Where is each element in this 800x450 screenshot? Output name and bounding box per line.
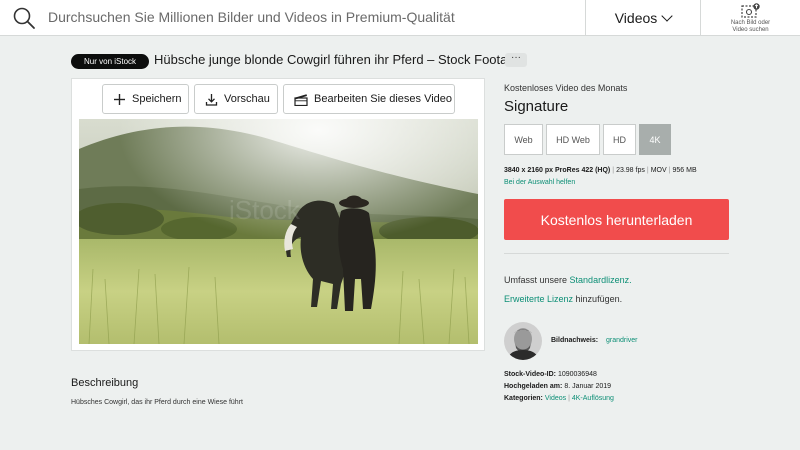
spec-size: 3840 x 2160 px ProRes 422 (HQ) [504, 167, 611, 174]
resolution-hd[interactable]: HD [603, 124, 636, 155]
search-input[interactable] [48, 9, 568, 25]
edit-video-button[interactable]: Bearbeiten Sie dieses Video [283, 84, 455, 114]
svg-text:iStock: iStock [229, 195, 301, 225]
more-options-button[interactable]: ··· [505, 53, 527, 67]
description-text: Hübsches Cowgirl, das ihr Pferd durch ei… [71, 399, 243, 406]
stock-id-row: Stock-Video-ID: 1090036948 [504, 371, 597, 378]
description-heading: Beschreibung [71, 377, 139, 389]
search-icon[interactable] [12, 6, 36, 30]
upload-date-row: Hochgeladen am: 8. Januar 2019 [504, 383, 612, 390]
download-button[interactable]: Kostenlos herunterladen [504, 199, 729, 240]
spec-filesize: 956 MB [672, 167, 697, 174]
extended-license-link[interactable]: Erweiterte Lizenz [504, 294, 573, 304]
sidebar-divider [504, 253, 729, 254]
video-frame-image: iStock [79, 119, 478, 344]
file-specs: 3840 x 2160 px ProRes 422 (HQ) | 23.98 fps… [504, 167, 697, 174]
credit-label: Bildnachweis: [551, 337, 599, 344]
resolution-hd-web[interactable]: HD Web [546, 124, 600, 155]
contributor-link[interactable]: grandriver [606, 337, 638, 344]
categories-row: Kategorien: Videos | 4K-Auflösung [504, 395, 614, 402]
category-link[interactable]: Videos [545, 395, 566, 402]
exclusive-badge: Nur von iStock [71, 54, 150, 69]
image-search-button[interactable]: Nach Bild oder Video suchen [701, 0, 800, 36]
license-info: Umfasst unsere Standardlizenz. [504, 275, 632, 285]
contributor-avatar[interactable] [504, 322, 542, 360]
extended-license-info: Erweiterte Lizenz hinzufügen. [504, 294, 623, 304]
spec-fps: 23.98 fps [616, 167, 645, 174]
download-icon [205, 93, 218, 106]
top-bar: Videos Nach Bild oder Video suchen [0, 0, 800, 36]
resolution-4k[interactable]: 4K [639, 124, 671, 155]
spec-format: MOV [650, 167, 667, 174]
category-link[interactable]: 4K-Auflösung [572, 395, 614, 402]
clapperboard-icon [294, 93, 308, 106]
save-button[interactable]: Speichern [102, 84, 189, 114]
media-type-label: Videos [614, 10, 658, 26]
camera-search-icon [741, 3, 760, 18]
promo-label: Kostenloses Video des Monats [504, 83, 628, 93]
stock-id-value: 1090036948 [557, 371, 597, 378]
avatar-image [504, 322, 542, 360]
resolution-web[interactable]: Web [504, 124, 543, 155]
chevron-down-icon [661, 10, 673, 22]
selection-help-link[interactable]: Bei der Auswahl helfen [504, 179, 575, 186]
video-preview[interactable]: iStock [79, 119, 478, 344]
upload-date-value: 8. Januar 2019 [564, 383, 612, 390]
page-title: Hübsche junge blonde Cowgirl führen ihr … [154, 52, 522, 67]
image-search-label: Nach Bild oder Video suchen [730, 20, 771, 33]
media-type-dropdown[interactable]: Videos [586, 0, 700, 36]
preview-button[interactable]: Vorschau [194, 84, 278, 114]
collection-name: Signature [504, 98, 569, 115]
save-label: Speichern [132, 93, 182, 105]
edit-video-label: Bearbeiten Sie dieses Video [314, 93, 453, 105]
preview-label: Vorschau [224, 93, 270, 105]
plus-icon [114, 93, 125, 105]
standard-license-link[interactable]: Standardlizenz. [570, 275, 632, 285]
